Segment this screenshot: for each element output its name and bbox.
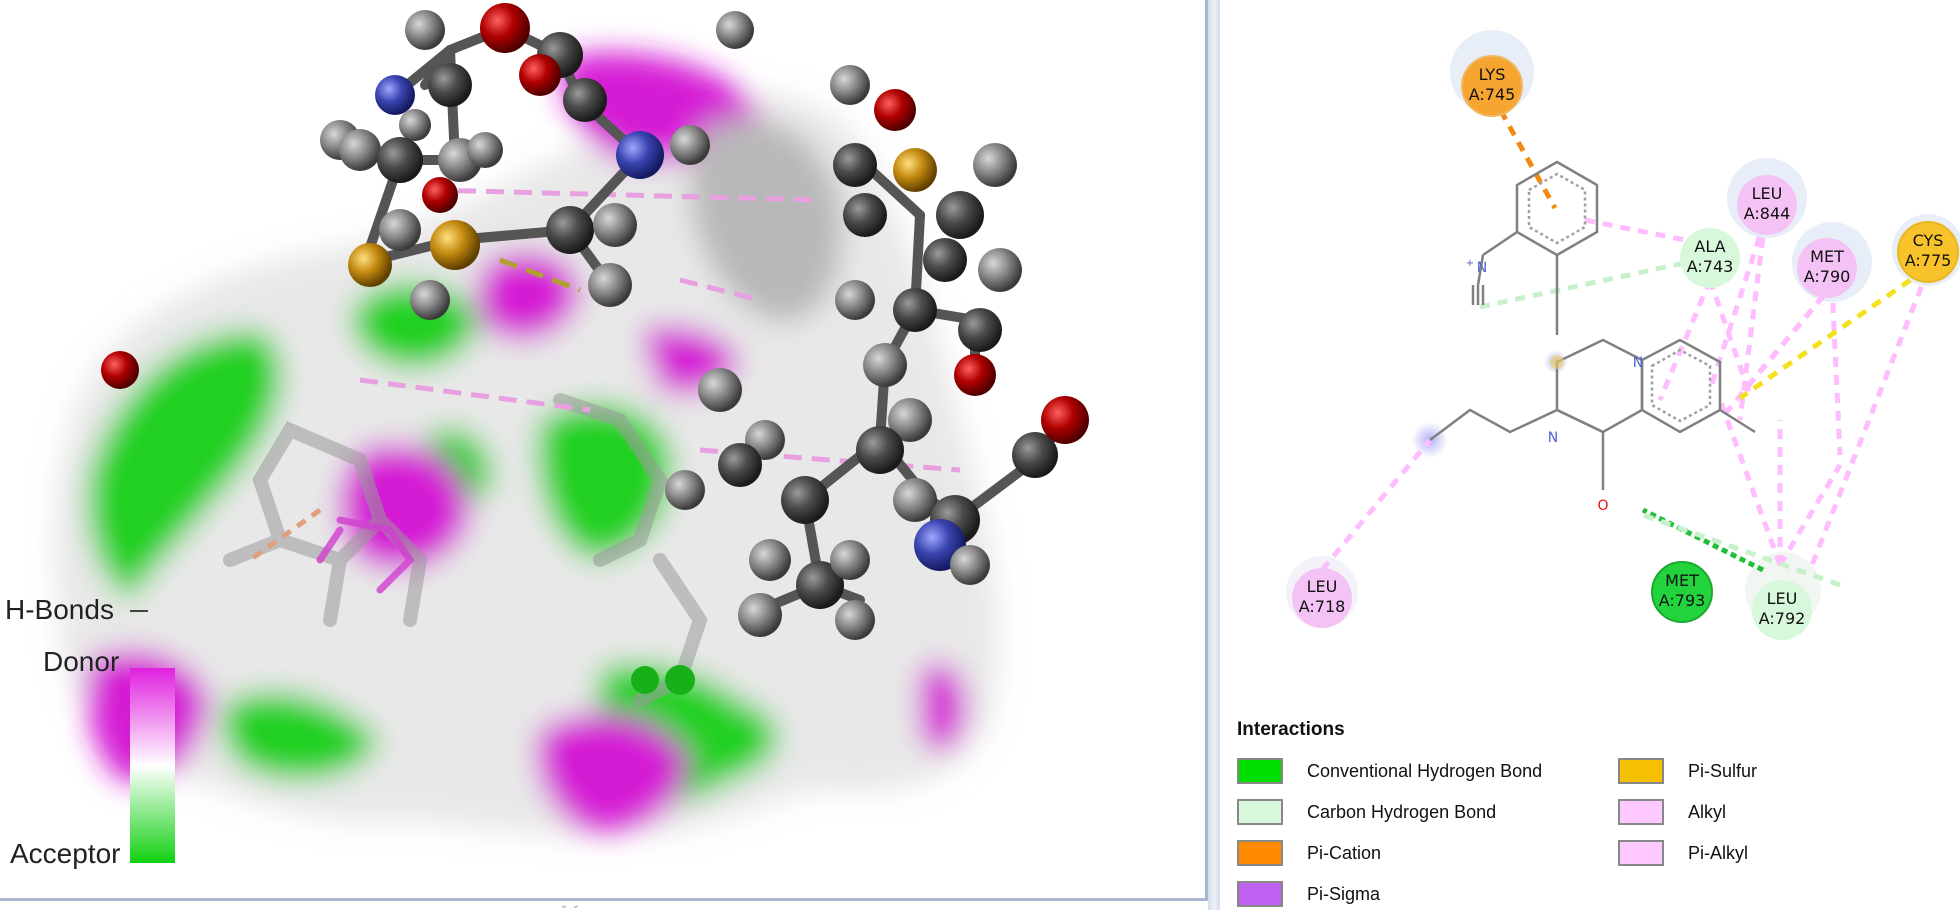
svg-text:A:745: A:745 bbox=[1469, 85, 1516, 104]
hbonds-scale-title: H-Bonds bbox=[5, 594, 114, 625]
atom-labels: N N O N + bbox=[1466, 258, 1643, 514]
residue-leu718[interactable]: LEU A:718 bbox=[1292, 568, 1352, 628]
legend-item-carbon-hbond: Carbon Hydrogen Bond bbox=[1237, 797, 1496, 827]
residue-lys745[interactable]: LYS A:745 bbox=[1461, 55, 1523, 117]
legend-swatch bbox=[1618, 758, 1664, 784]
svg-text:LYS: LYS bbox=[1479, 65, 1506, 84]
residue-discs[interactable]: LYS A:745 LEU A:844 ALA A:743 MET A:790 … bbox=[1292, 55, 1959, 640]
svg-text:A:844: A:844 bbox=[1744, 204, 1791, 223]
ligand-skeleton bbox=[1429, 160, 1756, 490]
svg-text:LEU: LEU bbox=[1767, 589, 1798, 608]
legend-item-conventional-hbond: Conventional Hydrogen Bond bbox=[1237, 756, 1542, 786]
legend-item-pi-sigma: Pi-Sigma bbox=[1237, 879, 1380, 909]
hbonds-donor-label: Donor bbox=[43, 646, 120, 677]
legend-swatch bbox=[1618, 799, 1664, 825]
splitter-grip-icon[interactable]: ⌄ ⌄ bbox=[560, 900, 600, 911]
residue-cys775[interactable]: CYS A:775 bbox=[1897, 221, 1959, 283]
svg-text:A:775: A:775 bbox=[1905, 251, 1952, 270]
3d-viewer-pane[interactable]: H-Bonds Donor Acceptor bbox=[0, 0, 1208, 901]
atom-n-top: N bbox=[1633, 355, 1643, 371]
legend-swatch bbox=[1237, 881, 1283, 907]
interaction-lines bbox=[1320, 93, 1931, 588]
svg-text:MET: MET bbox=[1810, 247, 1844, 266]
legend-swatch bbox=[1237, 758, 1283, 784]
legend-swatch bbox=[1237, 840, 1283, 866]
legend-swatch bbox=[1237, 799, 1283, 825]
svg-text:A:718: A:718 bbox=[1299, 597, 1346, 616]
residue-leu792[interactable]: LEU A:792 bbox=[1752, 580, 1812, 640]
legend-item-pi-sulfur: Pi-Sulfur bbox=[1618, 756, 1757, 786]
2d-interaction-diagram: N N O N + LYS A:745 LEU A:844 ALA A:743 bbox=[1286, 30, 1960, 640]
svg-text:A:793: A:793 bbox=[1659, 591, 1706, 610]
legend-item-pi-cation: Pi-Cation bbox=[1237, 838, 1381, 868]
hbonds-acceptor-label: Acceptor bbox=[10, 838, 121, 869]
svg-text:A:743: A:743 bbox=[1687, 257, 1734, 276]
atom-o: O bbox=[1597, 498, 1608, 514]
residue-ala743[interactable]: ALA A:743 bbox=[1680, 228, 1740, 288]
legend-item-alkyl: Alkyl bbox=[1618, 797, 1726, 827]
residue-met793[interactable]: MET A:793 bbox=[1651, 561, 1713, 623]
svg-text:ALA: ALA bbox=[1694, 237, 1725, 256]
svg-text:LEU: LEU bbox=[1752, 184, 1783, 203]
svg-text:A:790: A:790 bbox=[1804, 267, 1851, 286]
legend-item-pi-alkyl: Pi-Alkyl bbox=[1618, 838, 1748, 868]
legend-swatch bbox=[1618, 840, 1664, 866]
legend-title: Interactions bbox=[1237, 719, 1345, 740]
hbond-color-scale bbox=[130, 668, 175, 863]
pane-splitter[interactable] bbox=[1208, 0, 1220, 910]
atom-n-bottom: N bbox=[1548, 430, 1558, 446]
svg-text:LEU: LEU bbox=[1307, 577, 1338, 596]
2d-interaction-pane[interactable]: N N O N + LYS A:745 LEU A:844 ALA A:743 bbox=[1220, 0, 1960, 910]
3d-molecule-render[interactable] bbox=[0, 0, 1205, 898]
solvent-halos bbox=[1286, 30, 1960, 628]
svg-text:MET: MET bbox=[1665, 571, 1699, 590]
svg-text:CYS: CYS bbox=[1913, 231, 1944, 250]
atom-plus-sign: + bbox=[1466, 258, 1474, 269]
residue-met790[interactable]: MET A:790 bbox=[1797, 238, 1857, 298]
atom-nitrile-n: N bbox=[1477, 260, 1487, 276]
residue-leu844[interactable]: LEU A:844 bbox=[1737, 175, 1797, 235]
svg-text:A:792: A:792 bbox=[1759, 609, 1806, 628]
